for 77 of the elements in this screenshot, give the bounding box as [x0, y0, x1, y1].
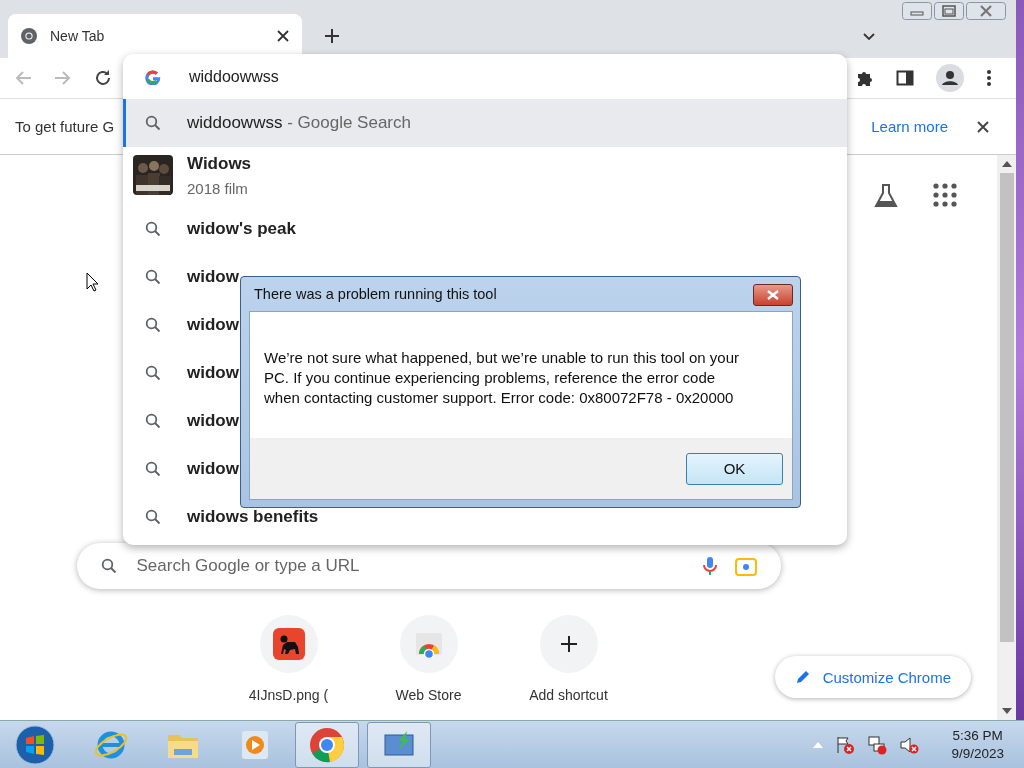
flag-error-icon[interactable]: [835, 734, 856, 755]
clock-time: 5:36 PM: [952, 728, 1003, 743]
search-field[interactable]: Search Google or type a URL: [134, 555, 559, 577]
close-icon[interactable]: [276, 29, 290, 43]
search-icon: [145, 413, 161, 429]
suggestion-row[interactable]: widow: [123, 301, 245, 349]
restore-icon[interactable]: [934, 2, 964, 20]
suggestion-row[interactable]: widdoowwss - Google Search: [123, 99, 847, 147]
search-icon: [100, 558, 117, 574]
search-icon: [145, 317, 161, 333]
puzzle-piece-icon[interactable]: [856, 69, 874, 87]
dialog-title: There was a problem running this tool: [254, 286, 497, 302]
mouse-cursor-icon: [86, 272, 100, 292]
suggestion-row[interactable]: widow's peak: [123, 205, 302, 253]
monkey-icon: [272, 628, 305, 660]
dialog-message: We’re not sure what happened, but we’re unable to run this tool on your PC. If you continue experiencing problems, reference the error code when contacting customer support. Error code: 0x80072F78 - 0x20000: [264, 348, 741, 408]
scroll-up-icon[interactable]: [1001, 161, 1012, 167]
ok-button[interactable]: OK: [686, 452, 783, 485]
search-icon: [145, 509, 161, 525]
shortcut-label: Web Store: [395, 687, 462, 703]
search-icon: [145, 365, 161, 381]
search-icon: [145, 461, 161, 477]
scrollbar-thumb[interactable]: [999, 173, 1014, 642]
suggestion-title: Widows: [187, 153, 252, 174]
google-logo-icon: [145, 68, 161, 85]
chrome-logo-icon[interactable]: [309, 726, 345, 763]
search-icon: [145, 269, 161, 285]
volume-muted-icon[interactable]: [899, 734, 920, 755]
chrome-logo-icon: [20, 27, 38, 45]
microphone-icon[interactable]: [702, 556, 717, 576]
suggestion-row[interactable]: widow: [123, 445, 245, 493]
learn-more-link[interactable]: Learn more: [871, 118, 948, 135]
camera-icon[interactable]: [734, 556, 757, 576]
suggestion-row[interactable]: Widows 2018 film: [123, 147, 847, 203]
suggestion-row[interactable]: widow: [123, 397, 245, 445]
shortcut-label: Add shortcut: [529, 687, 608, 703]
scroll-down-icon[interactable]: [1001, 708, 1012, 714]
clock-date: 9/9/2023: [951, 746, 1004, 761]
suggestion-text: widow: [187, 267, 239, 287]
suggestion-text: widdoowwss: [187, 113, 283, 133]
browser-tab[interactable]: New Tab: [8, 14, 302, 58]
start-button-icon[interactable]: [15, 724, 55, 765]
new-tab-icon[interactable]: [324, 28, 340, 44]
suggestion-text: widow: [187, 411, 239, 431]
minimize-icon[interactable]: [902, 2, 932, 20]
profile-icon[interactable]: [936, 64, 964, 92]
close-button[interactable]: [753, 284, 793, 306]
plus-icon: [559, 635, 578, 653]
suggestion-text: widow's peak: [187, 219, 296, 239]
suggestion-text: widow: [187, 363, 239, 383]
suggestion-row[interactable]: widows benefits: [123, 493, 325, 541]
side-panel-icon[interactable]: [896, 69, 914, 87]
apps-grid-icon[interactable]: [933, 183, 957, 207]
close-icon[interactable]: [976, 119, 990, 134]
taskbar-button[interactable]: [295, 721, 359, 768]
shortcut-label: 4IJnsD.png (: [248, 687, 329, 703]
pencil-icon: [794, 669, 811, 685]
chevron-down-icon[interactable]: [862, 32, 876, 42]
suggestion-row[interactable]: widow: [123, 253, 245, 301]
more-menu-icon[interactable]: [986, 69, 992, 87]
suggestion-text: widow: [187, 459, 239, 479]
suggestion-subtitle: 2018 film: [187, 179, 249, 197]
suggestion-hint: - Google Search: [286, 113, 411, 133]
suggestion-text: widows benefits: [187, 507, 319, 527]
suggestion-row[interactable]: widow: [123, 349, 245, 397]
info-message: To get future G: [15, 118, 115, 135]
customize-chrome-button[interactable]: Customize Chrome: [774, 656, 971, 698]
web-store-icon: [414, 630, 443, 658]
scrollbar[interactable]: [997, 155, 1016, 720]
network-error-icon[interactable]: [867, 734, 888, 755]
taskbar-button[interactable]: [367, 721, 431, 768]
search-icon: [145, 221, 161, 237]
reload-icon[interactable]: [94, 69, 112, 87]
flask-icon[interactable]: [873, 183, 899, 209]
suggestion-text: widow: [187, 315, 239, 335]
close-icon: [767, 290, 779, 300]
search-icon: [145, 115, 161, 131]
